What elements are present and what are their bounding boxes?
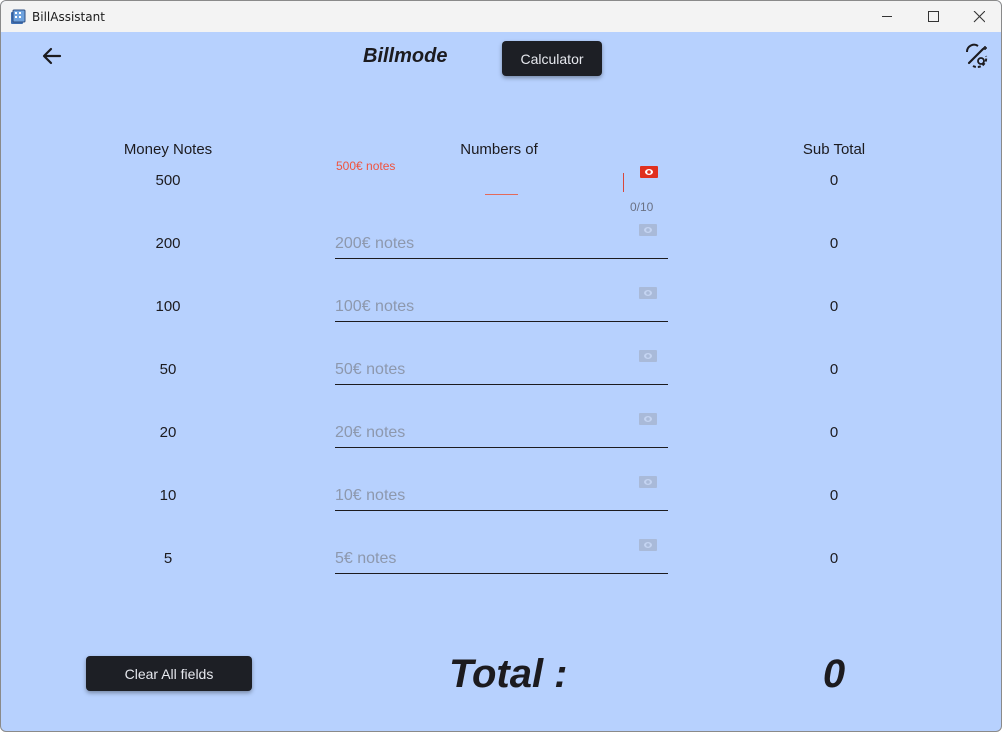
note-input-5[interactable]: 5€ notes [335, 538, 668, 574]
note-input-200[interactable]: 200€ notes [335, 223, 668, 259]
denomination-label: 50 [159, 361, 177, 378]
calculator-button[interactable]: Calculator [502, 41, 602, 76]
numbers-of-header: Numbers of [460, 141, 538, 158]
denomination-label: 100 [155, 298, 181, 315]
note-input-placeholder: 5€ notes [335, 550, 397, 567]
subtotal-value: 0 [829, 550, 839, 567]
title-bar: BillAssistant [1, 1, 1001, 32]
close-button[interactable] [956, 1, 1001, 32]
minimize-icon [882, 16, 892, 17]
note-input-placeholder: 100€ notes [335, 298, 415, 315]
banknote-icon [638, 412, 658, 431]
window-title: BillAssistant [32, 10, 105, 24]
auto-mode-icon [966, 43, 988, 69]
subtotal-value: 0 [829, 487, 839, 504]
banknote-icon [638, 223, 658, 242]
total-label: Total : [449, 652, 568, 696]
back-button[interactable] [37, 41, 67, 71]
clear-all-button[interactable]: Clear All fields [86, 656, 252, 691]
denomination-label: 500 [155, 172, 181, 189]
main-content: Billmode Calculator Money Notes Numbers … [1, 32, 1001, 731]
theme-toggle-button[interactable] [963, 43, 993, 73]
banknote-icon [638, 538, 658, 557]
app-logo-icon [10, 9, 26, 25]
note-input-10[interactable]: 10€ notes [335, 475, 668, 511]
note-input-placeholder: 50€ notes [335, 361, 406, 378]
note-row-5: 5 5€ notes 0 [1, 539, 1001, 613]
maximize-icon [928, 11, 939, 22]
note-input-500-counter: 0/10 [630, 200, 654, 214]
note-input-500-underline [485, 194, 518, 195]
note-input-500-label: 500€ notes [336, 159, 396, 173]
banknote-icon [638, 286, 658, 305]
note-input-50[interactable]: 50€ notes [335, 349, 668, 385]
denomination-label: 10 [159, 487, 177, 504]
subtotal-value: 0 [829, 424, 839, 441]
banknote-icon [638, 349, 658, 368]
denomination-label: 200 [155, 235, 181, 252]
arrow-left-icon [42, 47, 62, 65]
close-icon [973, 11, 985, 23]
banknote-icon [638, 475, 658, 494]
note-input-500-caret[interactable] [623, 173, 624, 192]
money-notes-header: Money Notes [123, 141, 213, 158]
subtotal-value: 0 [829, 298, 839, 315]
denomination-label: 5 [163, 550, 173, 567]
note-input-100[interactable]: 100€ notes [335, 286, 668, 322]
sub-total-header: Sub Total [802, 141, 866, 158]
page-title: Billmode [363, 45, 448, 67]
minimize-button[interactable] [864, 1, 910, 32]
note-input-placeholder: 10€ notes [335, 487, 406, 504]
note-input-20[interactable]: 20€ notes [335, 412, 668, 448]
app-window: BillAssistant Billmode Calculator Money … [0, 0, 1002, 732]
subtotal-value: 0 [829, 361, 839, 378]
denomination-label: 20 [159, 424, 177, 441]
subtotal-value: 0 [829, 235, 839, 252]
maximize-button[interactable] [910, 1, 956, 32]
note-input-placeholder: 20€ notes [335, 424, 406, 441]
subtotal-value: 0 [829, 172, 839, 189]
banknote-icon [639, 165, 659, 184]
note-input-placeholder: 200€ notes [335, 235, 415, 252]
total-value: 0 [822, 652, 846, 696]
